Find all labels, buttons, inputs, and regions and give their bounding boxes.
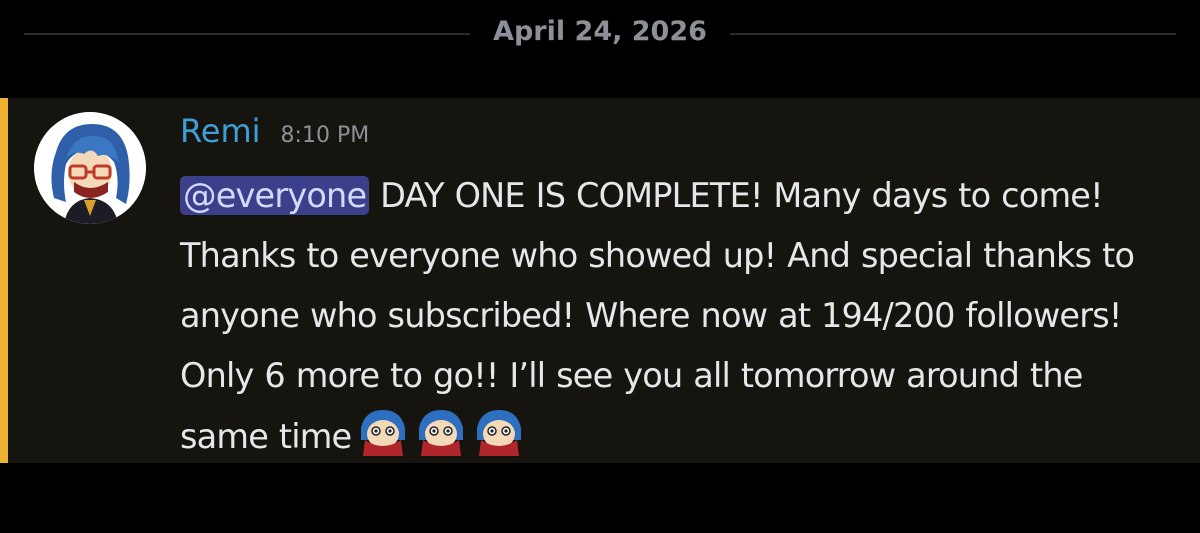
remi-peek-emoji-icon [361,410,406,456]
user-avatar[interactable] [34,112,146,224]
username[interactable]: Remi [180,108,261,154]
mention-highlight-bar [0,98,8,463]
remi-peek-emoji-icon [477,410,522,456]
chat-bottom-space [0,463,1200,533]
remi-peek-emoji-1[interactable] [357,406,409,458]
remi-peek-emoji-3[interactable] [473,406,525,458]
remi-avatar-icon [34,112,146,224]
everyone-mention[interactable]: @everyone [180,176,370,215]
chat-view: April 24, 2026 Remi 8:10 PM @everyone DA… [0,0,1200,533]
message-text: DAY ONE IS COMPLETE! Many days to come! … [180,176,1135,456]
remi-peek-emoji-icon [419,410,464,456]
date-divider-label: April 24, 2026 [493,16,707,47]
message-content: @everyone DAY ONE IS COMPLETE! Many days… [180,166,1170,467]
divider-line-right [730,33,1176,35]
message-timestamp[interactable]: 8:10 PM [281,123,370,148]
divider-line-left [24,33,470,35]
message-header: Remi 8:10 PM [180,108,369,154]
message-item[interactable]: Remi 8:10 PM @everyone DAY ONE IS COMPLE… [0,98,1200,463]
remi-peek-emoji-2[interactable] [415,406,467,458]
date-divider: April 24, 2026 [0,0,1200,70]
